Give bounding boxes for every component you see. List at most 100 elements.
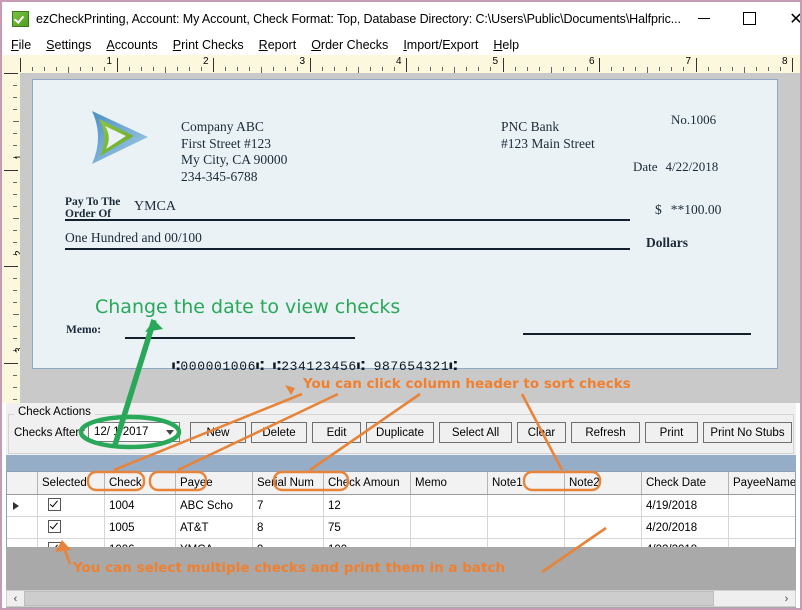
scroll-right-arrow-icon[interactable]: › bbox=[778, 593, 795, 605]
refresh-button[interactable]: Refresh bbox=[571, 422, 640, 443]
cell-date[interactable]: 4/20/2018 bbox=[642, 517, 729, 539]
column-header-note1[interactable]: Note1 bbox=[488, 472, 565, 495]
close-button[interactable]: ✕ bbox=[773, 2, 802, 35]
ruler-tick bbox=[13, 133, 17, 134]
ruler-number: 3 bbox=[300, 56, 306, 67]
cell-date[interactable]: 4/19/2018 bbox=[642, 495, 729, 517]
grid-top-strip bbox=[6, 455, 796, 471]
ruler-tick bbox=[13, 206, 17, 207]
cell-check-number[interactable]: 1004 bbox=[105, 495, 176, 517]
column-header-check[interactable]: Check bbox=[105, 472, 176, 495]
ruler-tick bbox=[129, 67, 130, 71]
current-row-arrow-icon bbox=[13, 502, 19, 510]
table-corner-header bbox=[7, 472, 38, 495]
menu-item-accounts[interactable]: Accounts bbox=[106, 38, 157, 52]
scrollbar-thumb[interactable] bbox=[24, 591, 714, 606]
ruler-tick bbox=[370, 67, 371, 71]
maximize-button[interactable] bbox=[727, 2, 773, 35]
company-street: First Street #123 bbox=[181, 136, 287, 153]
bottom-bar: ‹ › bbox=[6, 586, 796, 608]
window-controls: ✕ bbox=[681, 2, 802, 35]
cell-note2[interactable] bbox=[565, 495, 642, 517]
check-amount: $**100.00 bbox=[646, 202, 721, 218]
menu-item-order-checks[interactable]: Order Checks bbox=[311, 38, 388, 52]
cell-amount[interactable]: 12 bbox=[324, 495, 411, 517]
cell-amount[interactable]: 75 bbox=[324, 517, 411, 539]
micr-line: ⑆000001006⑆ ⑆234123456⑆ 987654321⑆ bbox=[172, 359, 458, 374]
ruler-tick bbox=[659, 67, 660, 71]
scroll-left-arrow-icon[interactable]: ‹ bbox=[7, 593, 24, 605]
table-row[interactable]: 1004ABC Scho712 4/19/2018 bbox=[7, 495, 796, 517]
menu-item-settings[interactable]: Settings bbox=[46, 38, 91, 52]
ruler-tick bbox=[4, 363, 18, 364]
cell-serial[interactable]: 7 bbox=[253, 495, 324, 517]
checks-after-date-combobox[interactable]: 12/ 1/2017 bbox=[88, 422, 180, 442]
cell-note2[interactable] bbox=[565, 517, 642, 539]
minimize-button[interactable] bbox=[681, 2, 727, 35]
menu-item-import-export[interactable]: Import/Export bbox=[403, 38, 478, 52]
column-header-memo[interactable]: Memo bbox=[411, 472, 488, 495]
cell-selected[interactable] bbox=[38, 495, 105, 517]
ruler-tick bbox=[490, 67, 491, 71]
cell-check-number[interactable]: 1005 bbox=[105, 517, 176, 539]
ruler-tick bbox=[346, 67, 347, 71]
ruler-tick bbox=[310, 58, 311, 72]
duplicate-button[interactable]: Duplicate bbox=[366, 422, 434, 443]
checkbox-checked-icon[interactable] bbox=[48, 498, 61, 511]
menu-item-report[interactable]: Report bbox=[259, 38, 297, 52]
delete-button[interactable]: Delete bbox=[251, 422, 307, 443]
ruler-tick bbox=[177, 67, 178, 71]
print-no-stubs-button[interactable]: Print No Stubs bbox=[703, 422, 792, 443]
ruler-tick bbox=[696, 58, 697, 72]
menu-item-file[interactable]: File bbox=[11, 38, 31, 52]
column-header-check-date[interactable]: Check Date bbox=[642, 472, 729, 495]
cell-memo[interactable] bbox=[411, 517, 488, 539]
ruler-tick bbox=[539, 67, 540, 71]
ruler-tick bbox=[13, 278, 17, 279]
cell-payee-name[interactable] bbox=[729, 495, 797, 517]
ruler-tick bbox=[189, 67, 190, 71]
row-selector-cell[interactable] bbox=[7, 517, 38, 539]
menu-item-help[interactable]: Help bbox=[493, 38, 519, 52]
horizontal-scrollbar[interactable]: ‹ › bbox=[6, 590, 796, 607]
cell-memo[interactable] bbox=[411, 495, 488, 517]
company-logo bbox=[86, 107, 152, 169]
clear-button[interactable]: Clear bbox=[517, 422, 566, 443]
check-preview-canvas[interactable]: Company ABC First Street #123 My City, C… bbox=[20, 73, 800, 403]
title-bar: ezCheckPrinting, Account: My Account, Ch… bbox=[2, 2, 800, 35]
checkbox-checked-icon[interactable] bbox=[48, 520, 61, 533]
ruler-tick bbox=[297, 67, 298, 71]
cell-payee-name[interactable] bbox=[729, 517, 797, 539]
ruler-tick bbox=[13, 242, 17, 243]
column-header-payeename[interactable]: PayeeName bbox=[729, 472, 797, 495]
ruler-tick bbox=[478, 67, 479, 71]
menu-item-print-checks[interactable]: Print Checks bbox=[173, 38, 244, 52]
memo-rule-line bbox=[125, 337, 355, 339]
cell-note1[interactable] bbox=[488, 517, 565, 539]
column-header-check-amoun[interactable]: Check Amoun bbox=[324, 472, 411, 495]
column-header-selected[interactable]: Selected bbox=[38, 472, 105, 495]
new-button[interactable]: New bbox=[190, 422, 246, 443]
cell-note1[interactable] bbox=[488, 495, 565, 517]
cell-serial[interactable]: 8 bbox=[253, 517, 324, 539]
check-number-value: 1006 bbox=[690, 112, 716, 127]
select-all-button[interactable]: Select All bbox=[439, 422, 512, 443]
check-document[interactable]: Company ABC First Street #123 My City, C… bbox=[32, 79, 778, 369]
cell-payee[interactable]: AT&T bbox=[176, 517, 253, 539]
ruler-tick bbox=[92, 67, 93, 71]
check-actions-title: Check Actions bbox=[14, 406, 95, 418]
print-button[interactable]: Print bbox=[645, 422, 698, 443]
ruler-number: 4 bbox=[396, 56, 402, 67]
column-header-note2[interactable]: Note2 bbox=[565, 472, 642, 495]
cell-selected[interactable] bbox=[38, 517, 105, 539]
edit-button[interactable]: Edit bbox=[312, 422, 361, 443]
column-header-payee[interactable]: Payee bbox=[176, 472, 253, 495]
ruler-tick bbox=[527, 67, 528, 71]
cell-payee[interactable]: ABC Scho bbox=[176, 495, 253, 517]
table-row[interactable]: 1005AT&T875 4/20/2018 bbox=[7, 517, 796, 539]
bank-street: #123 Main Street bbox=[501, 136, 595, 153]
ruler-tick bbox=[13, 399, 17, 400]
ruler-tick bbox=[285, 67, 286, 71]
row-selector-cell[interactable] bbox=[7, 495, 38, 517]
column-header-serial-num[interactable]: Serial Num bbox=[253, 472, 324, 495]
